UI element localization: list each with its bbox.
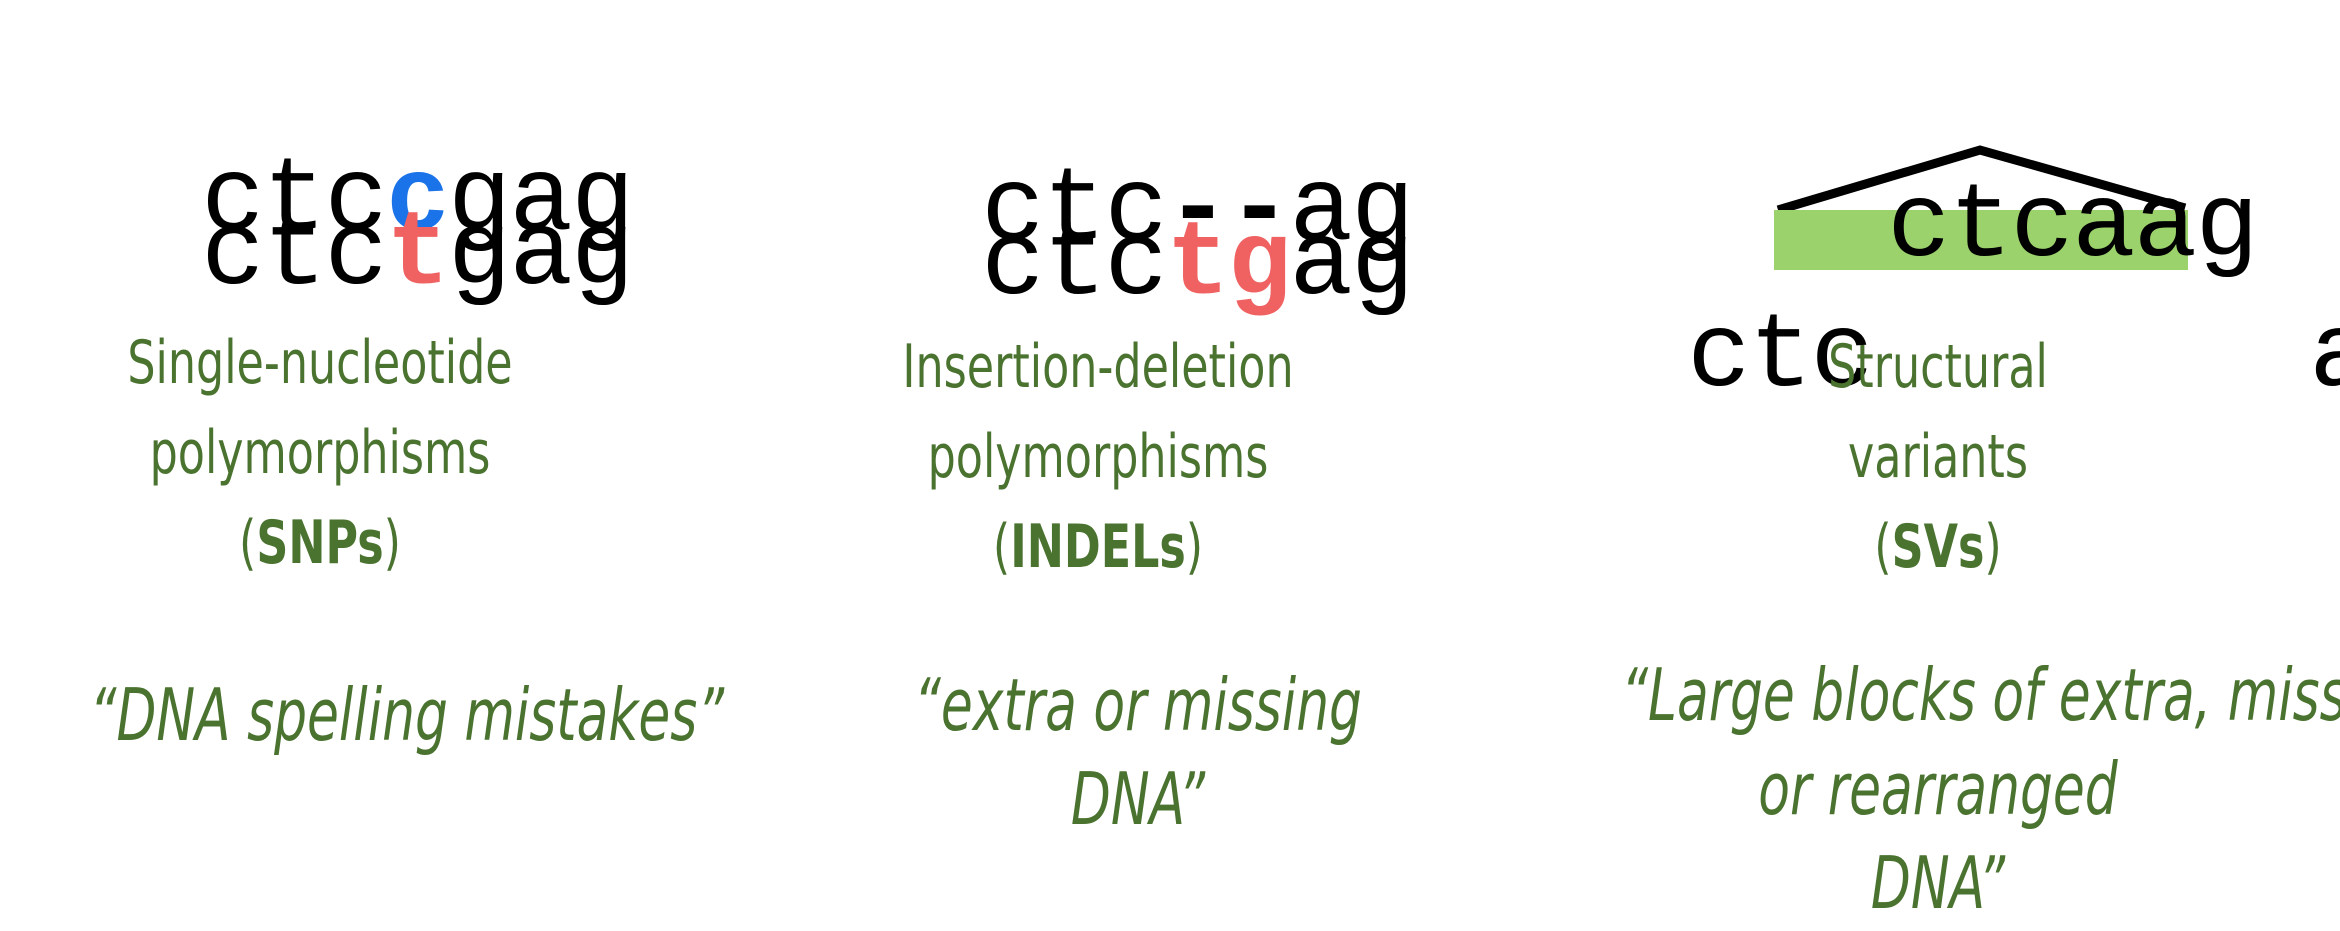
sv-quote-line3: DNA”	[1870, 841, 2006, 925]
sv-label-line2: variants	[1848, 422, 2028, 492]
sv-right-bases: ag	[2309, 297, 2340, 417]
sv-abbreviation: SVs	[1891, 512, 1985, 582]
sv-right-flank: ag	[2186, 198, 2340, 410]
sv-quote-line2: or rearranged	[1758, 747, 2118, 831]
sv-label-open-paren: (	[1874, 512, 1892, 582]
sv-description-quote: “Large blocks of extra, missing or rearr…	[1621, 648, 2340, 930]
sv-label: Structural variants (SVs)	[1716, 322, 2160, 592]
sv-label-close-paren: )	[1984, 512, 2002, 582]
sv-label-line1: Structural	[1828, 332, 2048, 402]
sv-quote-line1: “Large blocks of extra, missing	[1621, 653, 2340, 737]
